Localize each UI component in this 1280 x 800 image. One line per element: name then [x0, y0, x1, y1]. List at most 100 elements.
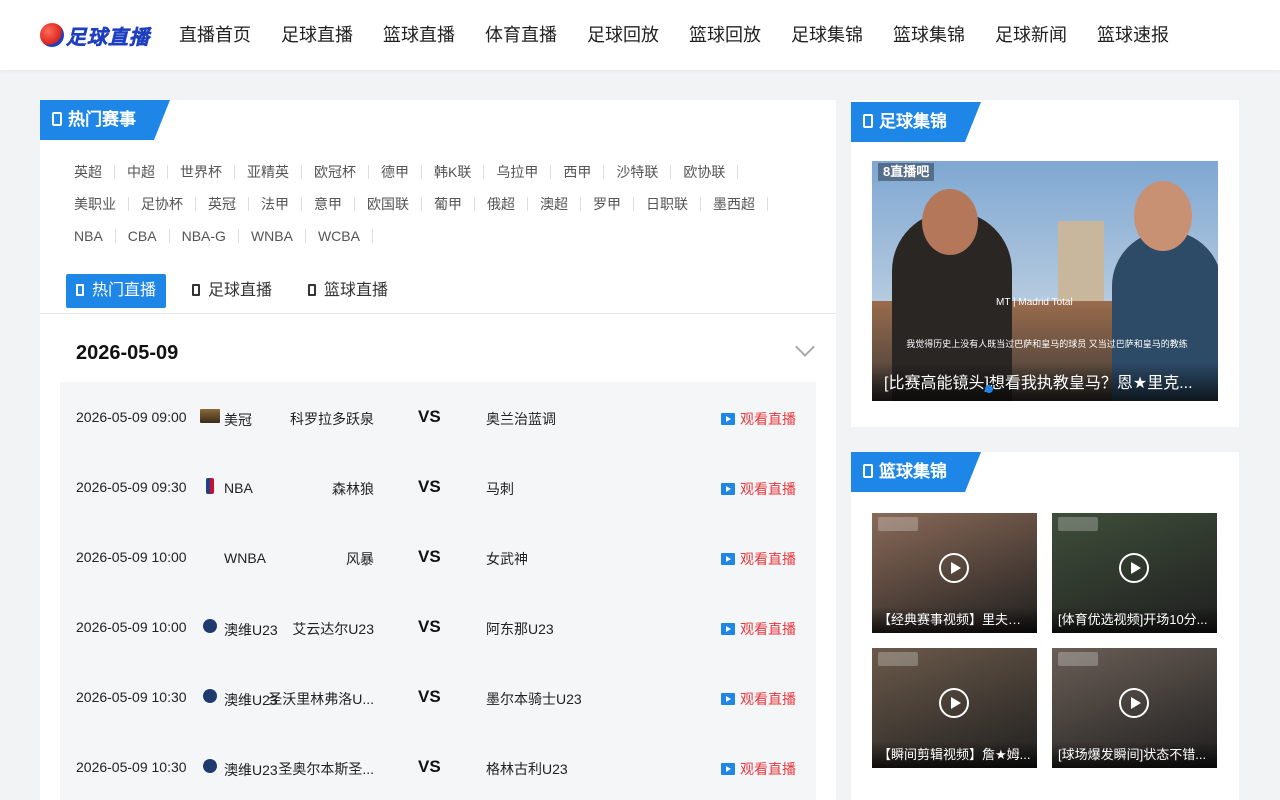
highlight-video-thumb[interactable]: 【瞬间剪辑视频】詹★姆... [872, 648, 1037, 768]
event-tag[interactable]: 法甲 [249, 197, 302, 211]
nav-item[interactable]: 篮球速报 [1082, 0, 1184, 70]
play-icon[interactable] [1119, 553, 1149, 583]
event-tag[interactable]: 英冠 [196, 197, 249, 211]
nav-item[interactable]: 足球集锦 [776, 0, 878, 70]
phone-icon [52, 112, 62, 126]
event-tag[interactable]: 墨西超 [701, 197, 768, 211]
event-tag[interactable]: 意甲 [302, 197, 355, 211]
event-tag[interactable]: 欧国联 [355, 197, 422, 211]
event-tag[interactable]: 中超 [115, 165, 168, 179]
watch-live-link[interactable]: 观看直播 [721, 549, 796, 569]
main-nav: 直播首页 足球直播 篮球直播 体育直播 足球回放 篮球回放 足球集锦 篮球集锦 … [164, 0, 1184, 70]
vs-label: VS [418, 757, 441, 776]
event-tags: 英超 中超 世界杯 亚精英 欧冠杯 德甲 韩K联 乌拉甲 西甲 沙特联 欧协联 美职业 足协杯 英冠 法甲… [62, 156, 822, 252]
event-tag[interactable]: WCBA [306, 229, 373, 243]
divider [40, 313, 836, 314]
nav-item[interactable]: 体育直播 [470, 0, 572, 70]
away-team: 马刺 [486, 481, 514, 497]
match-row: 2026-05-09 10:00 澳维U23 艾云达尔U23 VS 阿东那U23 观看直播 [60, 592, 816, 662]
phone-icon [76, 284, 84, 296]
away-team: 奥兰治蓝调 [486, 411, 556, 427]
nav-item[interactable]: 足球直播 [266, 0, 368, 70]
event-tag[interactable]: 乌拉甲 [484, 165, 552, 179]
watch-live-link[interactable]: 观看直播 [721, 479, 796, 499]
watch-live-link[interactable]: 观看直播 [721, 619, 796, 639]
event-tag[interactable]: 美职业 [62, 197, 129, 211]
soccer-ball-icon [203, 759, 217, 773]
event-tag[interactable]: 亚精英 [235, 165, 302, 179]
match-time: 2026-05-09 10:00 [76, 549, 187, 565]
event-tag[interactable]: WNBA [239, 229, 306, 243]
soccer-ball-icon [203, 619, 217, 633]
event-tag[interactable]: 英超 [62, 165, 115, 179]
match-time: 2026-05-09 09:30 [76, 479, 187, 495]
event-tag[interactable]: NBA [62, 229, 116, 243]
match-list: 2026-05-09 09:00 美冠 科罗拉多跃泉 VS 奥兰治蓝调 观看直播 2026-… [60, 382, 816, 800]
featured-video-caption: [比赛高能镜头]想看我执教皇马？恩★里克... [872, 363, 1218, 401]
highlight-video-thumb[interactable]: 【经典赛事视频】里夫斯... [872, 513, 1037, 633]
watch-live-link[interactable]: 观看直播 [721, 689, 796, 709]
home-team: 风暴 [346, 551, 374, 567]
event-tag[interactable]: 俄超 [475, 197, 528, 211]
nav-item[interactable]: 足球新闻 [980, 0, 1082, 70]
event-tag[interactable]: 澳超 [528, 197, 581, 211]
nav-item[interactable]: 篮球集锦 [878, 0, 980, 70]
basketball-highlights-title: 篮球集锦 [851, 452, 981, 492]
nav-item[interactable]: 篮球直播 [368, 0, 470, 70]
event-tag[interactable]: 欧协联 [671, 165, 739, 179]
match-time: 2026-05-09 09:00 [76, 409, 187, 425]
thumb-caption: 【瞬间剪辑视频】詹★姆... [872, 742, 1037, 768]
play-icon[interactable] [939, 688, 969, 718]
away-team: 格林古利U23 [486, 761, 568, 777]
event-tag[interactable]: 德甲 [369, 165, 422, 179]
event-tag[interactable]: 日职联 [634, 197, 701, 211]
site-logo[interactable]: 足球直播 [40, 18, 150, 52]
tag-row: 美职业 足协杯 英冠 法甲 意甲 欧国联 葡甲 俄超 澳超 罗甲 日职联 墨西超 [62, 188, 822, 220]
chevron-down-icon[interactable] [795, 337, 815, 357]
wnba-logo-icon [200, 549, 220, 563]
tab-basketball-live[interactable]: 篮球直播 [298, 274, 398, 308]
watch-live-link[interactable]: 观看直播 [721, 409, 796, 429]
video-subtitle: 我觉得历史上没有人既当过巴萨和皇马的球员 又当过巴萨和皇马的教练 [906, 339, 1188, 349]
event-tag[interactable]: NBA-G [170, 229, 239, 243]
vs-label: VS [418, 687, 441, 706]
event-tag[interactable]: 欧冠杯 [302, 165, 369, 179]
event-tag[interactable]: 世界杯 [168, 165, 235, 179]
channel-logo [878, 517, 918, 531]
event-tag[interactable]: 沙特联 [604, 165, 672, 179]
tab-hot-live[interactable]: 热门直播 [66, 274, 167, 308]
event-tag[interactable]: 葡甲 [422, 197, 475, 211]
schedule-panel: 热门赛事 英超 中超 世界杯 亚精英 欧冠杯 德甲 韩K联 乌拉甲 西甲 沙特联 欧协联 美职业 足协… [40, 100, 836, 800]
event-tag[interactable]: 韩K联 [422, 165, 485, 179]
nav-item[interactable]: 篮球回放 [674, 0, 776, 70]
event-tag[interactable]: 西甲 [551, 165, 605, 179]
home-team: 科罗拉多跃泉 [290, 411, 374, 427]
play-icon[interactable] [939, 553, 969, 583]
nav-item[interactable]: 足球回放 [572, 0, 674, 70]
away-team: 女武神 [486, 551, 528, 567]
play-icon[interactable] [1119, 688, 1149, 718]
play-icon [721, 413, 735, 425]
phone-icon [863, 464, 873, 478]
phone-icon [192, 284, 201, 296]
thumb-caption: [球场爆发瞬间]状态不错... [1052, 742, 1217, 768]
home-team: 圣沃里林弗洛U... [268, 691, 374, 707]
featured-video[interactable]: 8直播吧 MT | Madrid Total 我觉得历史上没有人既当过巴萨和皇马… [872, 161, 1218, 401]
event-tag[interactable]: 罗甲 [581, 197, 634, 211]
event-tag[interactable]: CBA [116, 229, 170, 243]
watch-live-link[interactable]: 观看直播 [721, 759, 796, 779]
away-team: 阿东那U23 [486, 621, 554, 637]
nav-item[interactable]: 直播首页 [164, 0, 266, 70]
live-tabs: 热门直播 足球直播 篮球直播 [66, 274, 414, 308]
basketball-icon [40, 23, 64, 47]
carousel-dot[interactable] [985, 385, 993, 393]
logo-text: 足球直播 [66, 26, 150, 49]
tab-football-live[interactable]: 足球直播 [182, 274, 282, 308]
highlight-video-thumb[interactable]: [球场爆发瞬间]状态不错... [1052, 648, 1217, 768]
match-time: 2026-05-09 10:30 [76, 689, 187, 705]
thumb-caption: [体育优选视频]开场10分... [1052, 607, 1217, 633]
vs-label: VS [418, 477, 441, 496]
hot-events-title: 热门赛事 [40, 100, 170, 140]
highlight-video-thumb[interactable]: [体育优选视频]开场10分... [1052, 513, 1217, 633]
event-tag[interactable]: 足协杯 [129, 197, 196, 211]
